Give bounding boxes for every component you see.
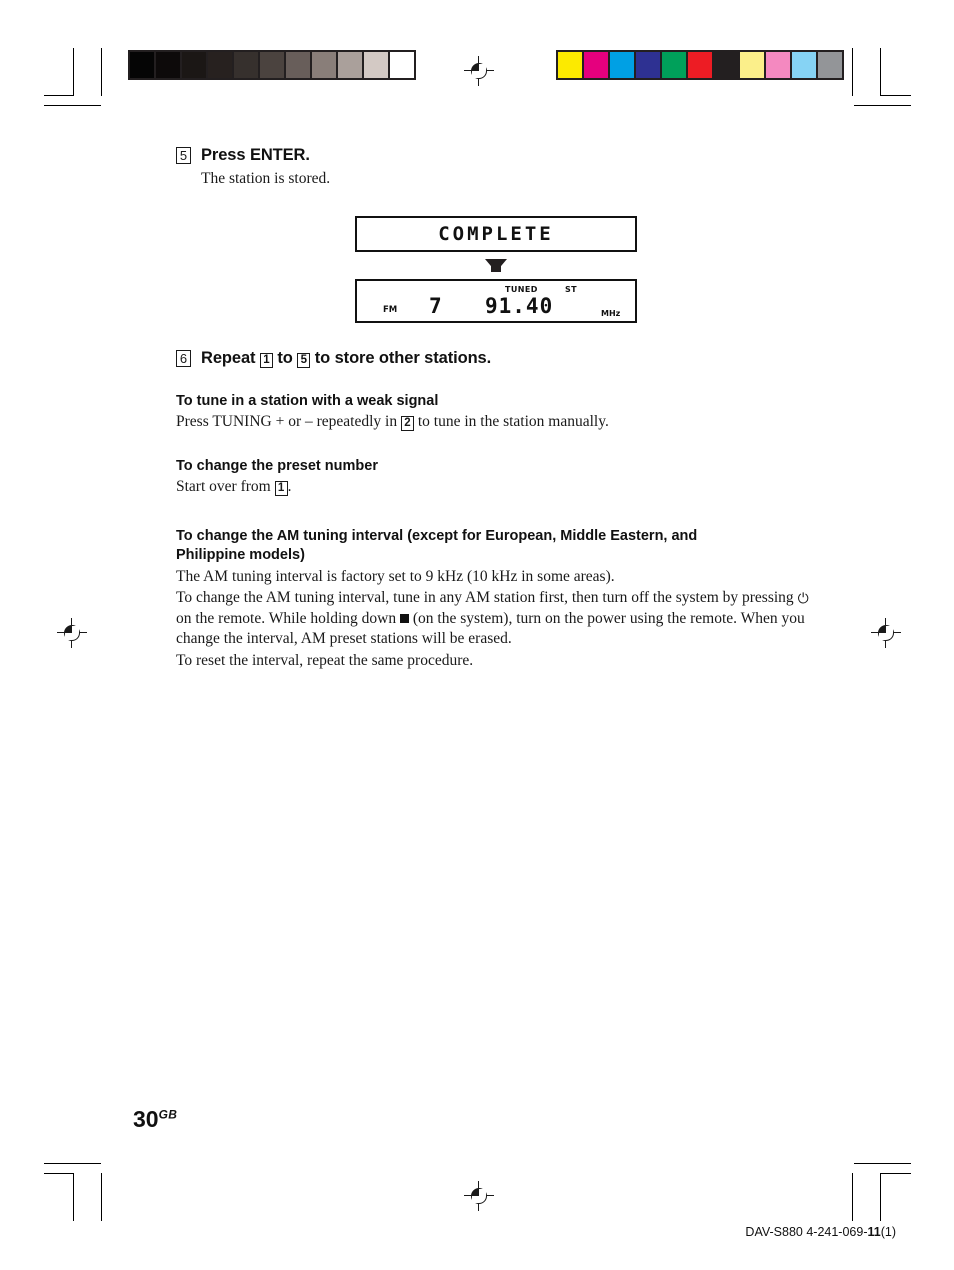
model-code-suffix: (1) [880,1225,896,1239]
section-am-para-3: To reset the interval, repeat the same p… [176,652,474,670]
gray-swatch-10 [390,52,414,78]
weak-signal-text-part2: to tune in the station manually. [417,413,609,431]
section-am-heading-line2: Philippine models) [176,547,305,564]
section-preset-number: To change the preset number Start over f… [176,457,816,498]
section-weak-signal-heading: To tune in a station with a weak signal [176,392,439,409]
color-swatch-0 [558,52,582,78]
section-am-para-1: The AM tuning interval is factory set to… [176,567,615,585]
step-6-number: 6 [176,349,191,367]
model-code-prefix: DAV-S880 4-241-069- [745,1225,868,1239]
weak-signal-text-part1: Press TUNING + or – repeatedly in [176,413,398,431]
am-text-part1: To change the AM tuning interval, tune i… [176,589,794,607]
am-text-part2: on the remote. While holding down [176,609,397,627]
section-preset-number-body: Start over from 1. [176,477,816,498]
preset-step-ref: 1 [274,480,288,496]
step-6-title-part1: Repeat [201,348,256,367]
page-number: 30GB [133,1106,177,1133]
vfd-display-complete: COMPLETE [355,215,637,252]
preset-text-part1: Start over from [176,477,271,495]
gray-swatch-1 [156,52,180,78]
color-swatch-8 [766,52,790,78]
step-5-title: Press ENTER. [201,146,310,164]
gray-swatch-8 [338,52,362,78]
page-number-value: 30 [133,1106,159,1132]
vfd-frequency-unit: MHz [601,308,621,318]
step-5: 5 Press ENTER. [176,146,816,165]
step-6: 6 Repeat 1 to 5 to store other stations. [176,349,816,368]
display-illustrations: COMPLETE TUNED ST FM 7 91.40 MHz [176,215,816,323]
power-symbol-icon: ⏻ [797,591,809,608]
color-swatch-1 [584,52,608,78]
color-swatch-7 [740,52,764,78]
step-5-body: The station is stored. [201,169,331,187]
color-swatch-10 [818,52,842,78]
model-code: DAV-S880 4-241-069-11(1) [745,1225,896,1239]
vfd-preset-number: 7 [429,293,442,318]
vfd-frequency: 91.40 [485,293,554,318]
down-arrow-icon [485,258,507,272]
section-am-heading-line1: To change the AM tuning interval (except… [176,528,698,545]
vfd-indicator-tuned: TUNED [505,284,538,294]
step-5-number: 5 [176,147,191,164]
vfd-indicator-stereo: ST [565,284,578,294]
section-weak-signal-body: Press TUNING + or – repeatedly in 2 to t… [176,412,816,433]
stop-button-icon [400,613,409,623]
gray-swatch-9 [364,52,388,78]
step-6-ref-to: 5 [297,352,311,368]
color-swatch-9 [792,52,816,78]
gray-swatch-2 [182,52,206,78]
color-swatch-4 [662,52,686,78]
section-am-tuning-interval: To change the AM tuning interval (except… [176,527,816,671]
color-swatch-2 [610,52,634,78]
section-weak-signal: To tune in a station with a weak signal … [176,392,816,433]
registration-target-left [57,618,87,648]
registration-target-bottom [464,1181,494,1211]
color-control-bar [556,50,844,80]
vfd-display-tuner: TUNED ST FM 7 91.40 MHz [355,278,637,323]
model-code-revision: 11 [867,1225,881,1239]
gray-swatch-4 [234,52,258,78]
color-swatch-5 [688,52,712,78]
gray-swatch-6 [286,52,310,78]
vfd-band-label: FM [383,304,398,315]
gray-swatch-7 [312,52,336,78]
step-6-title: Repeat 1 to 5 to store other stations. [201,349,491,368]
vfd-complete-text: COMPLETE [438,222,554,245]
registration-target-top [464,56,494,86]
section-am-para-2: To change the AM tuning interval, tune i… [176,588,816,650]
gray-swatch-0 [130,52,154,78]
step-6-title-part3: to store other stations. [314,348,492,367]
section-preset-number-heading: To change the preset number [176,457,378,474]
gray-swatch-5 [260,52,284,78]
gray-swatch-3 [208,52,232,78]
weak-signal-step-ref: 2 [400,416,414,432]
step-6-title-part2: to [277,348,293,367]
step-6-ref-from: 1 [259,352,273,368]
preset-text-part2: . [287,477,292,495]
manual-page: 5 Press ENTER. The station is stored. CO… [0,0,954,1270]
color-swatch-3 [636,52,660,78]
content-column: 5 Press ENTER. The station is stored. CO… [176,146,816,672]
registration-target-right [871,618,901,648]
grayscale-step-wedge [128,50,416,80]
page-number-suffix: GB [158,1107,178,1122]
color-swatch-6 [714,52,738,78]
